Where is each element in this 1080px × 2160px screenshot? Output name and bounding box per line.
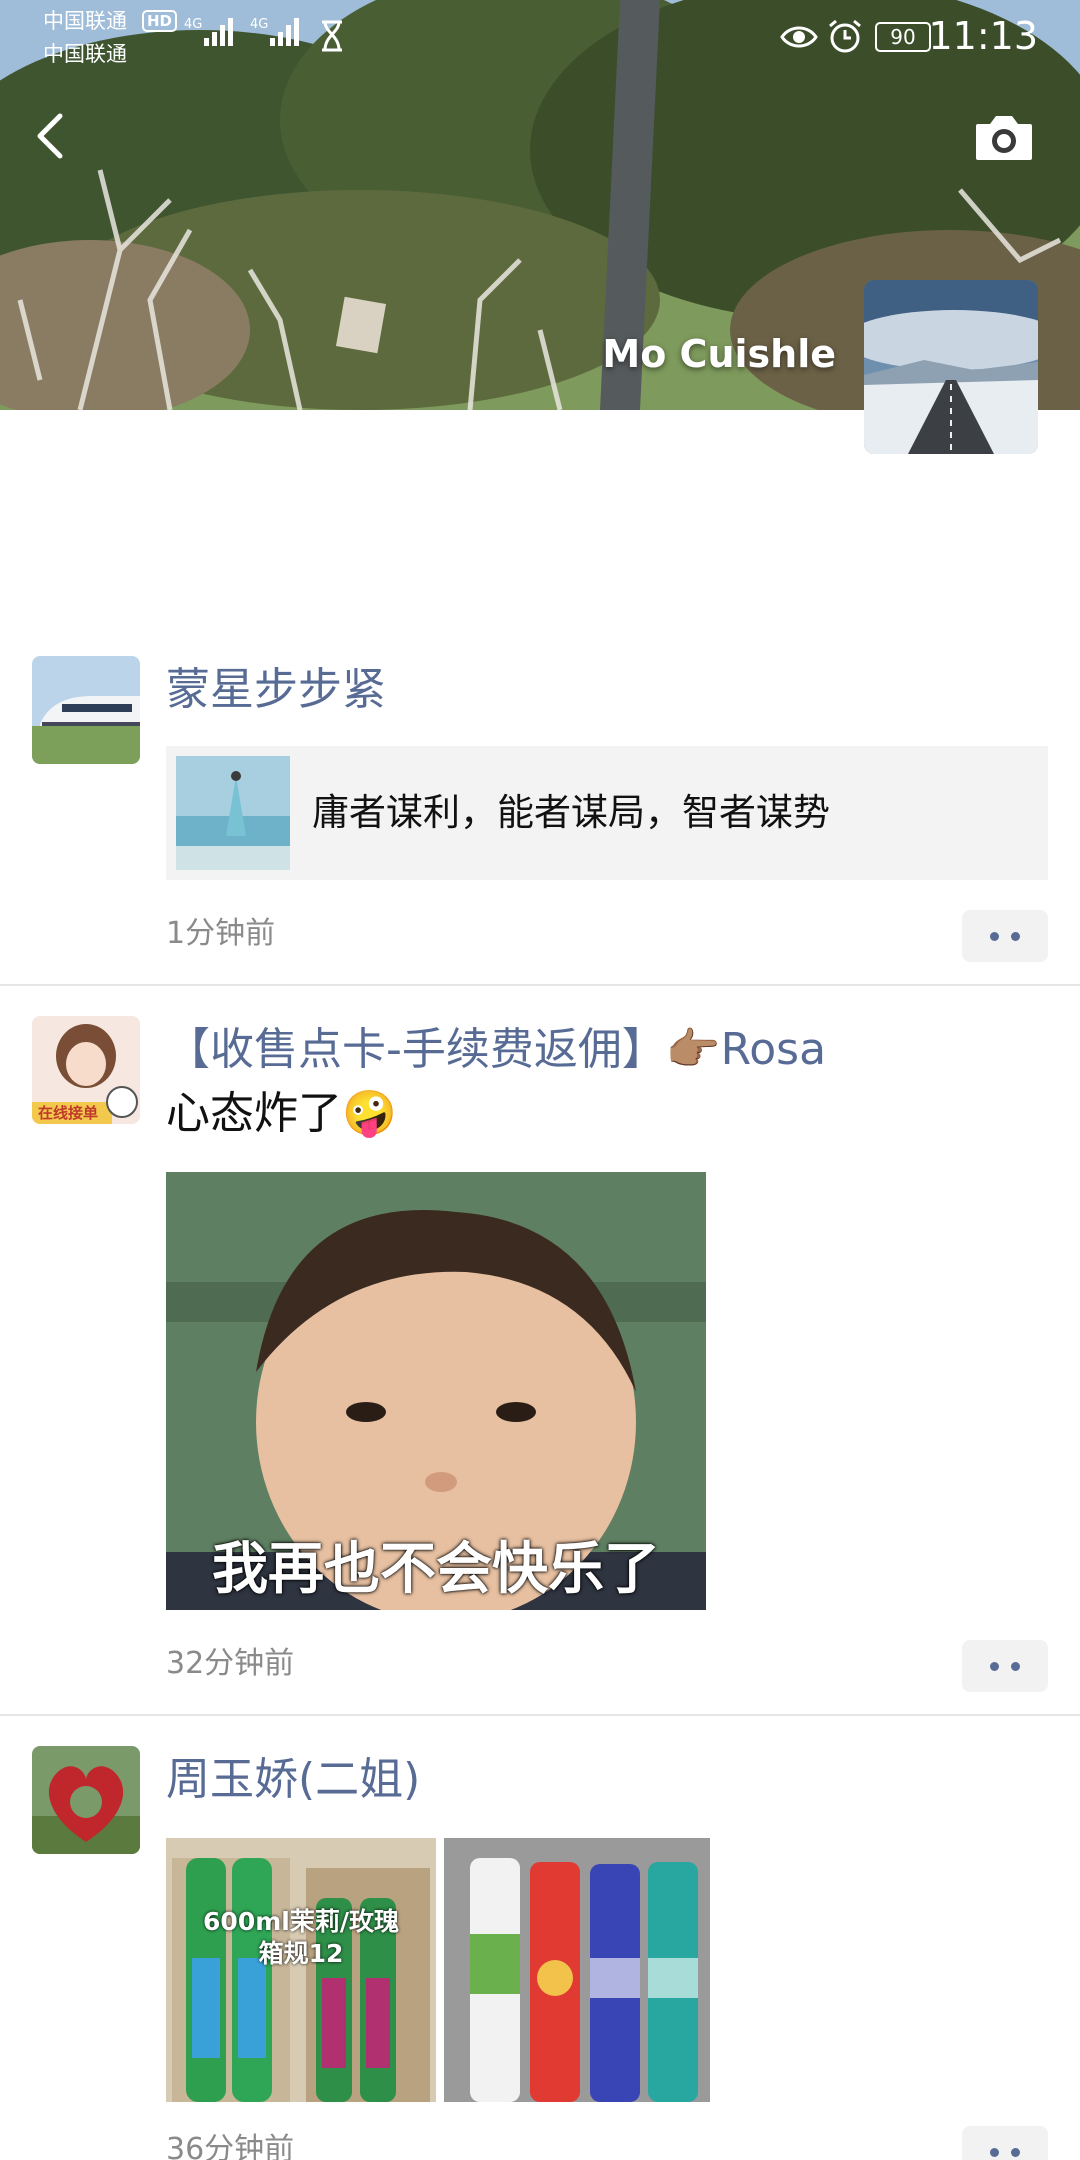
camera-icon[interactable] — [972, 110, 1036, 166]
hd-badge: HD — [142, 10, 178, 32]
post-image-caption: 箱规12 — [258, 1939, 344, 1968]
carrier-2: 中国联通 — [43, 42, 127, 66]
feed-post: 蒙星步步紧 庸者谋利，能者谋局，智者谋势 1分钟前 — [0, 656, 1080, 986]
alarm-icon — [829, 19, 861, 53]
avatar[interactable]: 在线接单 — [32, 1016, 140, 1124]
post-author[interactable]: 周玉娇(二姐) — [166, 1752, 420, 1808]
avatar-badge: 在线接单 — [38, 1104, 99, 1122]
divider — [0, 984, 1080, 986]
post-time: 1分钟前 — [166, 916, 276, 951]
thumbnail-image — [176, 756, 290, 870]
shared-link-thumbnail — [176, 756, 290, 870]
carrier-1: 中国联通 — [43, 9, 127, 33]
more-icon — [1011, 2148, 1020, 2157]
more-button[interactable] — [962, 2126, 1048, 2160]
profile-avatar-image — [864, 280, 1038, 454]
eye-icon — [780, 26, 818, 48]
post-text: 心态炸了🤪 — [166, 1088, 397, 1139]
signal-icon: 4G — [250, 17, 299, 46]
post-author[interactable]: 蒙星步步紧 — [166, 662, 386, 718]
svg-text:4G: 4G — [250, 17, 268, 32]
more-icon — [990, 932, 999, 941]
post-image[interactable] — [444, 1838, 710, 2102]
profile-avatar[interactable] — [864, 280, 1038, 454]
feed-post: 周玉娇(二姐) 600ml茉莉/玫瑰 箱规12 36分钟前 — [0, 1746, 1080, 2160]
avatar-image — [32, 656, 140, 764]
more-icon — [1011, 1662, 1020, 1671]
post-image-picture — [444, 1838, 710, 2102]
back-icon[interactable] — [26, 108, 82, 164]
avatar[interactable] — [32, 1746, 140, 1854]
battery-icon: 90 — [875, 22, 931, 52]
shared-link-card[interactable]: 庸者谋利，能者谋局，智者谋势 — [166, 746, 1048, 880]
profile-name[interactable]: Mo Cuishle — [600, 332, 836, 376]
shared-link-title: 庸者谋利，能者谋局，智者谋势 — [312, 791, 830, 834]
more-button[interactable] — [962, 910, 1048, 962]
more-icon — [990, 1662, 999, 1671]
svg-text:4G: 4G — [184, 17, 202, 32]
avatar-image — [32, 1746, 140, 1854]
hourglass-icon — [322, 20, 342, 52]
signal-icon: 4G — [184, 17, 233, 46]
feed-post: 在线接单 【收售点卡-手续费返佣】👉🏽Rosa 心态炸了🤪 我再也不会快乐了 3… — [0, 1016, 1080, 1716]
post-author[interactable]: 【收售点卡-手续费返佣】👉🏽Rosa — [166, 1022, 826, 1078]
post-image-picture — [166, 1838, 436, 2102]
avatar[interactable] — [32, 656, 140, 764]
post-time: 36分钟前 — [166, 2132, 295, 2160]
post-image[interactable]: 600ml茉莉/玫瑰 箱规12 — [166, 1838, 436, 2102]
post-image[interactable]: 我再也不会快乐了 — [166, 1172, 706, 1610]
more-icon — [990, 2148, 999, 2157]
post-time: 32分钟前 — [166, 1646, 295, 1681]
status-time: 11:13 — [928, 14, 1038, 58]
more-icon — [1011, 932, 1020, 941]
divider — [0, 1714, 1080, 1716]
status-bar: 中国联通 中国联通 HD 4G 4G 90 11:13 — [0, 0, 1080, 66]
post-image-caption: 600ml茉莉/玫瑰 — [203, 1907, 399, 1936]
more-button[interactable] — [962, 1640, 1048, 1692]
post-image-caption: 我再也不会快乐了 — [212, 1537, 660, 1602]
